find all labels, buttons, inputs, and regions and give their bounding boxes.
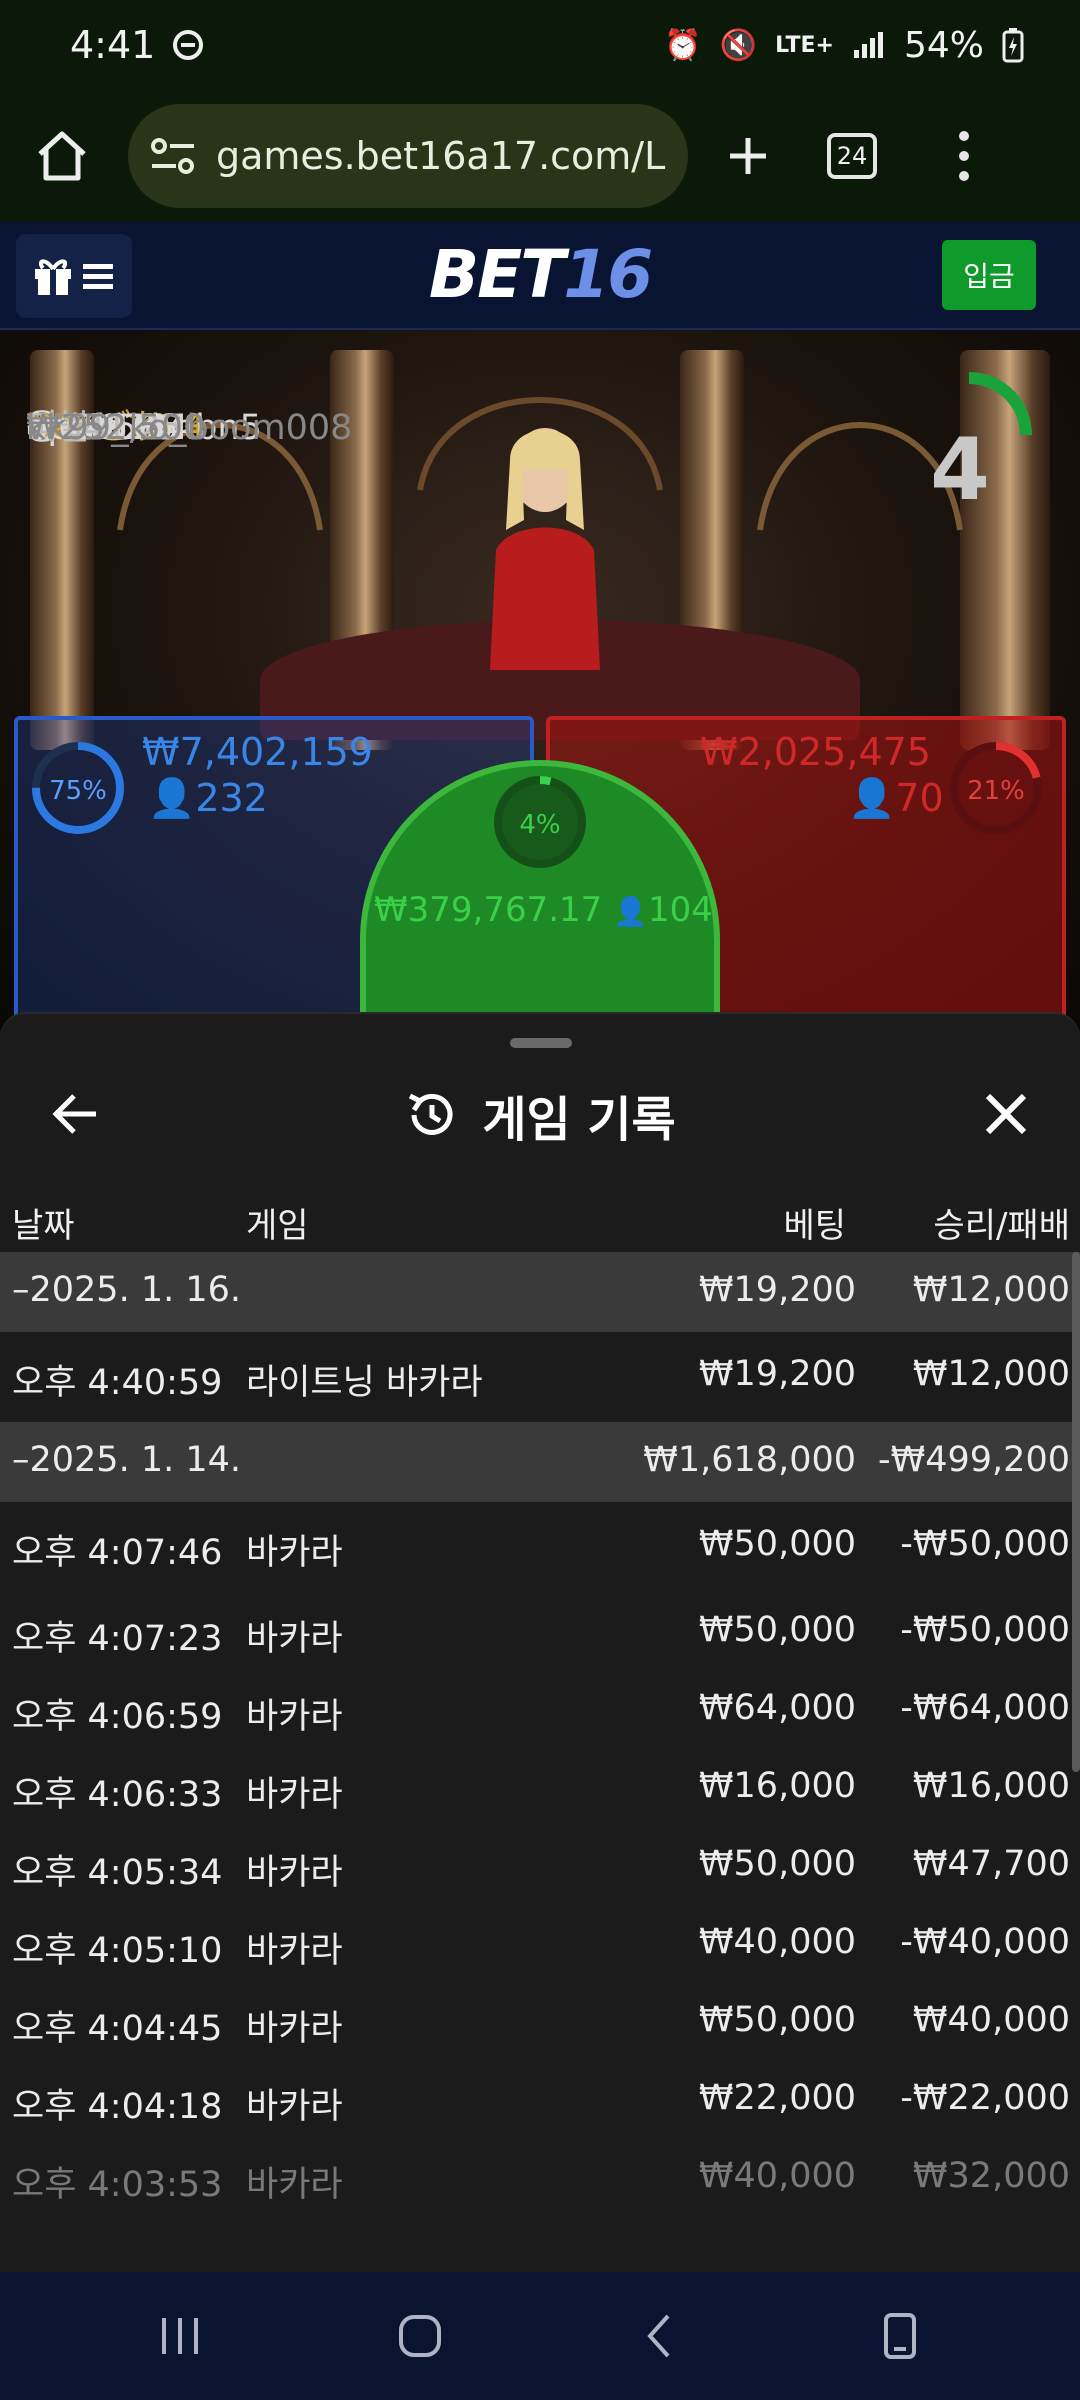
banker-percent: 21% xyxy=(967,776,1025,806)
table-row[interactable]: 오후 4:04:45 바카라 ₩50,000 ₩40,000 xyxy=(0,1982,1080,2060)
back-nav-button[interactable] xyxy=(620,2296,700,2376)
more-vert-icon xyxy=(959,131,969,141)
tie-percent: 4% xyxy=(519,810,561,840)
table-row[interactable]: 오후 4:04:18 바카라 ₩22,000 -₩22,000 xyxy=(0,2060,1080,2138)
player-percent: 75% xyxy=(49,776,107,806)
date-group-row[interactable]: –2025. 1. 14. ₩1,618,000 -₩499,200 xyxy=(0,1422,1080,1502)
col-result[interactable]: 승리/패배 xyxy=(933,1198,1070,1247)
home-button[interactable] xyxy=(30,124,94,188)
address-bar[interactable]: games.bet16a17.com/Launc xyxy=(128,104,688,208)
mute-icon: 🔇 xyxy=(719,27,758,63)
close-button[interactable] xyxy=(980,1088,1032,1140)
deposit-button[interactable]: 입금 xyxy=(942,240,1036,310)
banker-bettors: 👤70 xyxy=(848,776,944,820)
screen: 4:41 ⏰ 🔇 LTE+ 54% games.bet16a17.com/L 2… xyxy=(0,0,1080,2400)
tie-bettors: ₩379,767.17 👤104 xyxy=(374,890,713,930)
keyboard-switch-button[interactable] xyxy=(860,2296,940,2376)
battery-charging-icon xyxy=(1002,28,1024,63)
recent-apps-button[interactable] xyxy=(140,2296,220,2376)
player-bettors: 👤232 xyxy=(148,776,268,820)
table-row[interactable]: 오후 4:07:23 바카라 ₩50,000 -₩50,000 xyxy=(0,1592,1080,1670)
banker-total-amount: ₩2,025,475 xyxy=(700,730,931,774)
home-circle-icon xyxy=(399,2315,441,2357)
tab-switcher-button[interactable]: 24 xyxy=(820,124,884,188)
close-icon xyxy=(985,1093,1027,1135)
home-nav-button[interactable] xyxy=(380,2296,460,2376)
home-icon xyxy=(38,131,86,181)
network-type: LTE+ xyxy=(775,32,834,58)
table-row[interactable]: 오후 4:05:10 바카라 ₩40,000 -₩40,000 xyxy=(0,1904,1080,1982)
user-icon: 👤 xyxy=(613,895,648,928)
game-history-sheet: 게임 기록 날짜 게임 베팅 승리/패배 –2025. 1. 16. ₩19,2… xyxy=(0,1012,1080,2272)
countdown-timer: 4 xyxy=(930,420,990,520)
battery-percent: 54% xyxy=(903,24,984,66)
recent-apps-icon xyxy=(162,2318,198,2354)
new-tab-button[interactable] xyxy=(716,124,780,188)
live-game-view[interactable]: ₩545,028 Namz19 ₩508,804 ねこごね ₩487,500 e… xyxy=(0,330,1080,1030)
sheet-header: 게임 기록 xyxy=(0,1074,1080,1154)
do-not-disturb-icon xyxy=(173,30,204,60)
browser-toolbar: games.bet16a17.com/Launc 24 xyxy=(0,90,1080,222)
dealer-video xyxy=(490,428,600,670)
table-row[interactable]: 오후 4:03:53 바카라 ₩40,000 ₩32,000 xyxy=(0,2138,1080,2216)
col-game[interactable]: 게임 xyxy=(246,1198,309,1247)
sheet-title: 게임 기록 xyxy=(0,1080,1080,1150)
history-scrollbar[interactable] xyxy=(1072,1252,1080,1772)
history-icon xyxy=(409,1093,453,1135)
table-row[interactable]: 오후 4:05:34 바카라 ₩50,000 ₩47,700 xyxy=(0,1826,1080,1904)
site-header: BET16 입금 xyxy=(0,222,1080,330)
sheet-title-text: 게임 기록 xyxy=(482,1092,676,1148)
history-table-header: 날짜 게임 베팅 승리/패배 xyxy=(0,1184,1080,1254)
sheet-drag-handle[interactable] xyxy=(510,1038,572,1048)
tab-count: 24 xyxy=(827,133,877,179)
site-settings-icon[interactable] xyxy=(150,136,196,176)
col-date[interactable]: 날짜 xyxy=(12,1198,75,1247)
browser-menu-button[interactable] xyxy=(932,124,996,188)
phone-rotate-icon xyxy=(884,2313,916,2359)
history-table-body: –2025. 1. 16. ₩19,200 ₩12,000 오후 4:40:59… xyxy=(0,1252,1080,2216)
table-row[interactable]: 오후 4:40:59 라이트닝 바카라 ₩19,200 ₩12,000 xyxy=(0,1332,1080,1422)
col-bet[interactable]: 베팅 xyxy=(783,1198,846,1247)
signal-icon xyxy=(853,32,883,58)
bet16-logo[interactable]: BET16 xyxy=(0,236,1080,313)
user-icon: 👤 xyxy=(148,776,196,820)
status-time: 4:41 xyxy=(70,23,156,67)
table-row[interactable]: 오후 4:07:46 바카라 ₩50,000 -₩50,000 xyxy=(0,1502,1080,1592)
player-total-amount: ₩7,402,159 xyxy=(142,730,373,774)
status-bar: 4:41 ⏰ 🔇 LTE+ 54% xyxy=(0,0,1080,90)
alarm-icon: ⏰ xyxy=(664,27,702,63)
system-nav-bar xyxy=(0,2272,1080,2400)
user-icon: 👤 xyxy=(848,776,896,820)
table-row[interactable]: 오후 4:06:59 바카라 ₩64,000 -₩64,000 xyxy=(0,1670,1080,1748)
url-text: games.bet16a17.com/Launc xyxy=(216,134,666,178)
status-icons: ⏰ 🔇 LTE+ 54% xyxy=(664,25,1024,66)
tie-total-amount: ₩379,767.17 xyxy=(374,890,603,930)
plus-icon xyxy=(730,138,766,174)
table-row[interactable]: 오후 4:06:33 바카라 ₩16,000 ₩16,000 xyxy=(0,1748,1080,1826)
chevron-left-icon xyxy=(647,2314,670,2358)
date-group-row[interactable]: –2025. 1. 16. ₩19,200 ₩12,000 xyxy=(0,1252,1080,1332)
